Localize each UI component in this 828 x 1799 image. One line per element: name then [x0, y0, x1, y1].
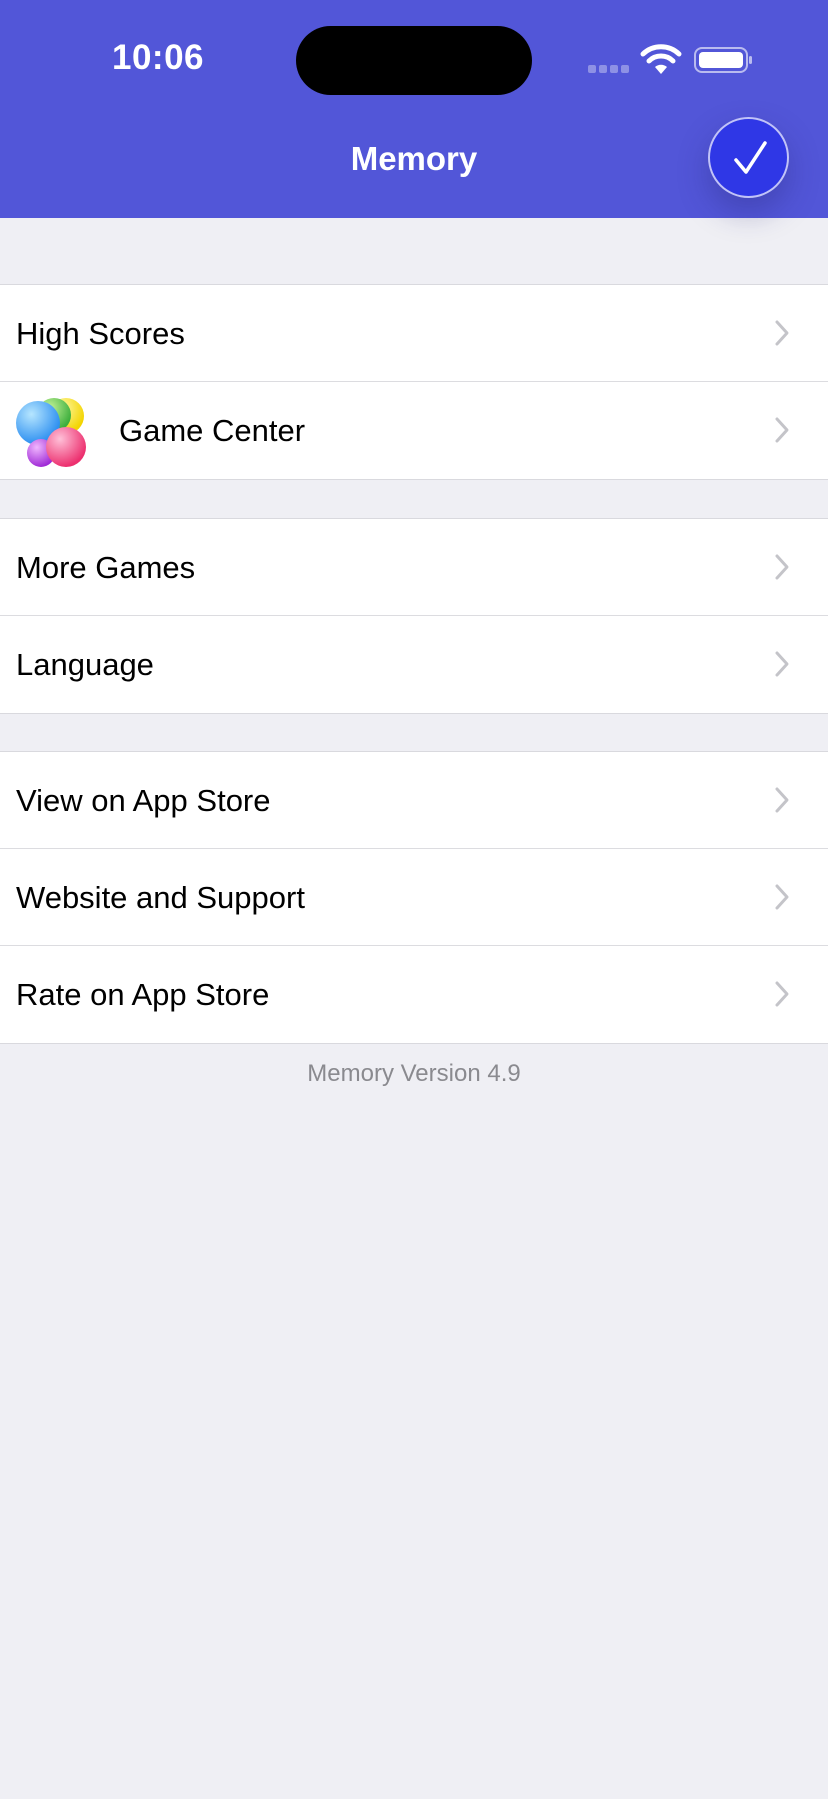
chevron-right-icon	[775, 981, 789, 1007]
settings-group-store: View on App Store Website and Support Ra…	[0, 751, 828, 1044]
wifi-icon	[640, 44, 682, 74]
chevron-right-icon	[775, 787, 789, 813]
more-games-row[interactable]: More Games	[0, 519, 828, 616]
chevron-right-icon	[775, 320, 789, 346]
view-on-app-store-row[interactable]: View on App Store	[0, 752, 828, 849]
high-scores-row[interactable]: High Scores	[0, 285, 828, 382]
checkmark-icon	[734, 141, 767, 174]
done-button[interactable]	[708, 117, 789, 198]
settings-group-scores: High Scores Game Center	[0, 284, 828, 480]
game-center-label: Game Center	[119, 413, 306, 448]
game-center-icon	[16, 398, 86, 467]
battery-icon	[694, 47, 752, 73]
rate-on-app-store-label: Rate on App Store	[16, 977, 270, 1012]
website-and-support-row[interactable]: Website and Support	[0, 849, 828, 946]
chevron-right-icon	[775, 884, 789, 910]
more-games-label: More Games	[16, 550, 196, 585]
language-label: Language	[16, 647, 154, 682]
navigation-header: 10:06 Memory	[0, 0, 828, 218]
dynamic-island	[296, 26, 532, 95]
chevron-right-icon	[775, 554, 789, 580]
chevron-right-icon	[775, 651, 789, 677]
website-and-support-label: Website and Support	[16, 880, 305, 915]
settings-group-general: More Games Language	[0, 518, 828, 714]
status-time: 10:06	[112, 38, 205, 77]
chevron-right-icon	[775, 417, 789, 443]
game-center-row[interactable]: Game Center	[0, 382, 828, 479]
page-title: Memory	[350, 140, 478, 177]
high-scores-label: High Scores	[16, 316, 185, 351]
view-on-app-store-label: View on App Store	[16, 783, 271, 818]
language-row[interactable]: Language	[0, 616, 828, 713]
cellular-signal-icon	[588, 65, 630, 73]
rate-on-app-store-row[interactable]: Rate on App Store	[0, 946, 828, 1043]
version-footer: Memory Version 4.9	[307, 1060, 521, 1087]
